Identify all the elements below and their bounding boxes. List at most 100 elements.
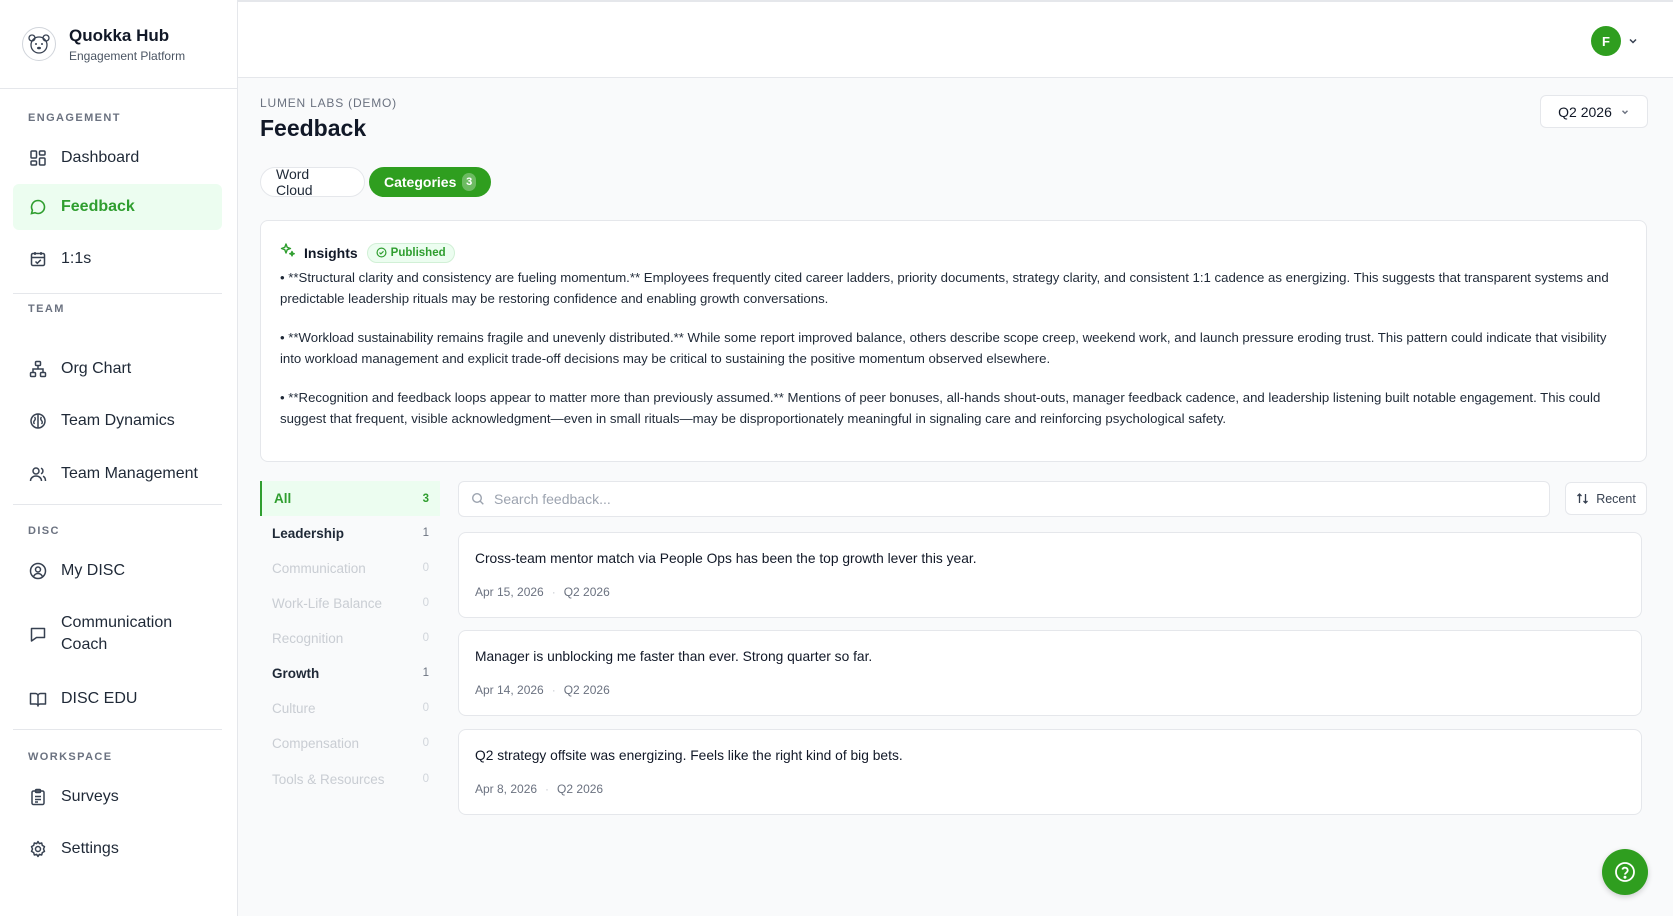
feedback-period: Q2 2026 bbox=[557, 782, 604, 796]
category-all[interactable]: All 3 bbox=[260, 481, 440, 516]
org-chart-icon bbox=[28, 359, 48, 379]
help-button[interactable] bbox=[1602, 849, 1648, 895]
category-compensation[interactable]: Compensation 0 bbox=[260, 726, 440, 760]
status-badge: Published bbox=[366, 242, 455, 263]
category-count: 0 bbox=[422, 702, 429, 714]
divider bbox=[13, 729, 222, 730]
insights-header: Insights Published bbox=[280, 242, 455, 263]
quokka-logo-icon bbox=[22, 27, 56, 61]
category-leadership[interactable]: Leadership 1 bbox=[260, 516, 440, 550]
category-count: 0 bbox=[422, 597, 429, 609]
sidebar-item-label: Settings bbox=[61, 840, 119, 857]
insights-title: Insights bbox=[304, 244, 358, 261]
category-communication[interactable]: Communication 0 bbox=[260, 551, 440, 585]
sidebar-item-feedback[interactable]: Feedback bbox=[13, 184, 222, 230]
insight-paragraph: • **Structural clarity and consistency a… bbox=[280, 270, 1609, 306]
divider bbox=[13, 504, 222, 505]
sidebar-item-disc-edu[interactable]: DISC EDU bbox=[13, 676, 222, 722]
feedback-meta: Apr 8, 2026 · Q2 2026 bbox=[475, 782, 603, 796]
category-count: 1 bbox=[422, 667, 429, 679]
brand-title: Quokka Hub bbox=[69, 25, 170, 45]
divider bbox=[13, 293, 222, 294]
feedback-date: Apr 14, 2026 bbox=[475, 683, 544, 697]
chat-bubble-icon bbox=[28, 197, 48, 217]
sidebar-item-team-dynamics[interactable]: Team Dynamics bbox=[13, 398, 222, 444]
category-label: Communication bbox=[272, 560, 366, 576]
sidebar-item-settings[interactable]: Settings bbox=[13, 826, 222, 872]
feedback-card[interactable]: Manager is unblocking me faster than eve… bbox=[458, 630, 1642, 716]
check-circle-icon bbox=[376, 247, 387, 258]
search-icon bbox=[471, 492, 484, 505]
category-label: Tools & Resources bbox=[272, 771, 385, 787]
tab-count-badge: 3 bbox=[462, 173, 476, 191]
sidebar-item-my-disc[interactable]: My DISC bbox=[13, 548, 222, 594]
users-icon bbox=[28, 464, 48, 484]
sidebar-item-team-management[interactable]: Team Management bbox=[13, 451, 222, 497]
status-badge-label: Published bbox=[390, 246, 446, 259]
category-label: All bbox=[274, 491, 292, 506]
search-box bbox=[458, 481, 1550, 517]
insights-card: Insights Published • **Structural clarit… bbox=[260, 220, 1647, 462]
sidebar-item-label: Feedback bbox=[61, 198, 135, 215]
chevron-down-icon bbox=[1621, 109, 1628, 114]
brand-subtitle: Engagement Platform bbox=[69, 48, 186, 63]
org-name: LUMEN LABS (DEMO) bbox=[260, 96, 397, 110]
feedback-period: Q2 2026 bbox=[563, 683, 610, 697]
brand[interactable]: Quokka Hub Engagement Platform bbox=[0, 0, 237, 89]
category-count: 0 bbox=[422, 737, 429, 749]
separator-dot: · bbox=[551, 585, 556, 599]
sidebar: Quokka Hub Engagement Platform ENGAGEMEN… bbox=[0, 0, 238, 916]
category-label: Work-Life Balance bbox=[272, 595, 383, 611]
section-label-disc: DISC bbox=[28, 525, 60, 537]
category-label: Compensation bbox=[272, 735, 360, 751]
sidebar-item-label: 1:1s bbox=[61, 250, 92, 267]
tab-word-cloud[interactable]: Word Cloud bbox=[260, 166, 365, 198]
separator-dot: · bbox=[551, 683, 556, 697]
category-work-life-balance[interactable]: Work-Life Balance 0 bbox=[260, 586, 440, 620]
feedback-card[interactable]: Cross-team mentor match via People Ops h… bbox=[458, 532, 1642, 618]
separator-dot: · bbox=[545, 782, 550, 796]
sparkles-icon bbox=[280, 242, 296, 263]
search-input[interactable] bbox=[494, 491, 1549, 507]
section-label-workspace: WORKSPACE bbox=[28, 751, 113, 763]
sidebar-item-communication-coach[interactable]: Communication Coach bbox=[13, 605, 222, 663]
brain-icon bbox=[28, 411, 48, 431]
period-value: Q2 2026 bbox=[1558, 103, 1612, 120]
category-growth[interactable]: Growth 1 bbox=[260, 656, 440, 690]
sidebar-item-1on1s[interactable]: 1:1s bbox=[13, 236, 222, 282]
clipboard-list-icon bbox=[28, 787, 48, 807]
category-label: Recognition bbox=[272, 630, 344, 646]
category-label: Growth bbox=[272, 665, 320, 681]
calendar-check-icon bbox=[28, 249, 48, 269]
feedback-text: Manager is unblocking me faster than eve… bbox=[475, 649, 873, 664]
category-culture[interactable]: Culture 0 bbox=[260, 691, 440, 725]
message-square-icon bbox=[28, 624, 48, 644]
category-count: 1 bbox=[422, 527, 429, 539]
insight-paragraph: • **Recognition and feedback loops appea… bbox=[280, 390, 1601, 426]
sidebar-item-label: Communication Coach bbox=[61, 614, 173, 653]
tab-categories[interactable]: Categories 3 bbox=[369, 167, 491, 197]
section-label-team: TEAM bbox=[28, 303, 65, 315]
avatar[interactable]: F bbox=[1591, 26, 1621, 56]
top-bar: F bbox=[238, 0, 1673, 78]
sort-button[interactable]: Recent bbox=[1565, 482, 1647, 515]
feedback-text: Cross-team mentor match via People Ops h… bbox=[475, 551, 977, 566]
category-recognition[interactable]: Recognition 0 bbox=[260, 621, 440, 655]
feedback-card[interactable]: Q2 strategy offsite was energizing. Feel… bbox=[458, 729, 1642, 815]
sidebar-item-org-chart[interactable]: Org Chart bbox=[13, 346, 222, 392]
sort-arrows-icon bbox=[1577, 493, 1589, 504]
sidebar-item-label: Dashboard bbox=[61, 149, 140, 166]
category-tools-resources[interactable]: Tools & Resources 0 bbox=[260, 762, 440, 796]
sidebar-item-surveys[interactable]: Surveys bbox=[13, 774, 222, 820]
chevron-down-icon[interactable] bbox=[1627, 34, 1639, 52]
help-circle-icon bbox=[1615, 862, 1635, 882]
sidebar-item-label: Org Chart bbox=[61, 360, 132, 377]
sidebar-item-label: DISC EDU bbox=[61, 690, 138, 707]
feedback-text: Q2 strategy offsite was energizing. Feel… bbox=[475, 748, 903, 763]
sidebar-item-label: Team Dynamics bbox=[61, 412, 175, 429]
period-select[interactable]: Q2 2026 bbox=[1540, 95, 1648, 128]
sidebar-item-dashboard[interactable]: Dashboard bbox=[13, 135, 222, 181]
insight-paragraph: • **Workload sustainability remains frag… bbox=[280, 330, 1607, 366]
category-count: 0 bbox=[422, 773, 429, 785]
feedback-period: Q2 2026 bbox=[563, 585, 610, 599]
